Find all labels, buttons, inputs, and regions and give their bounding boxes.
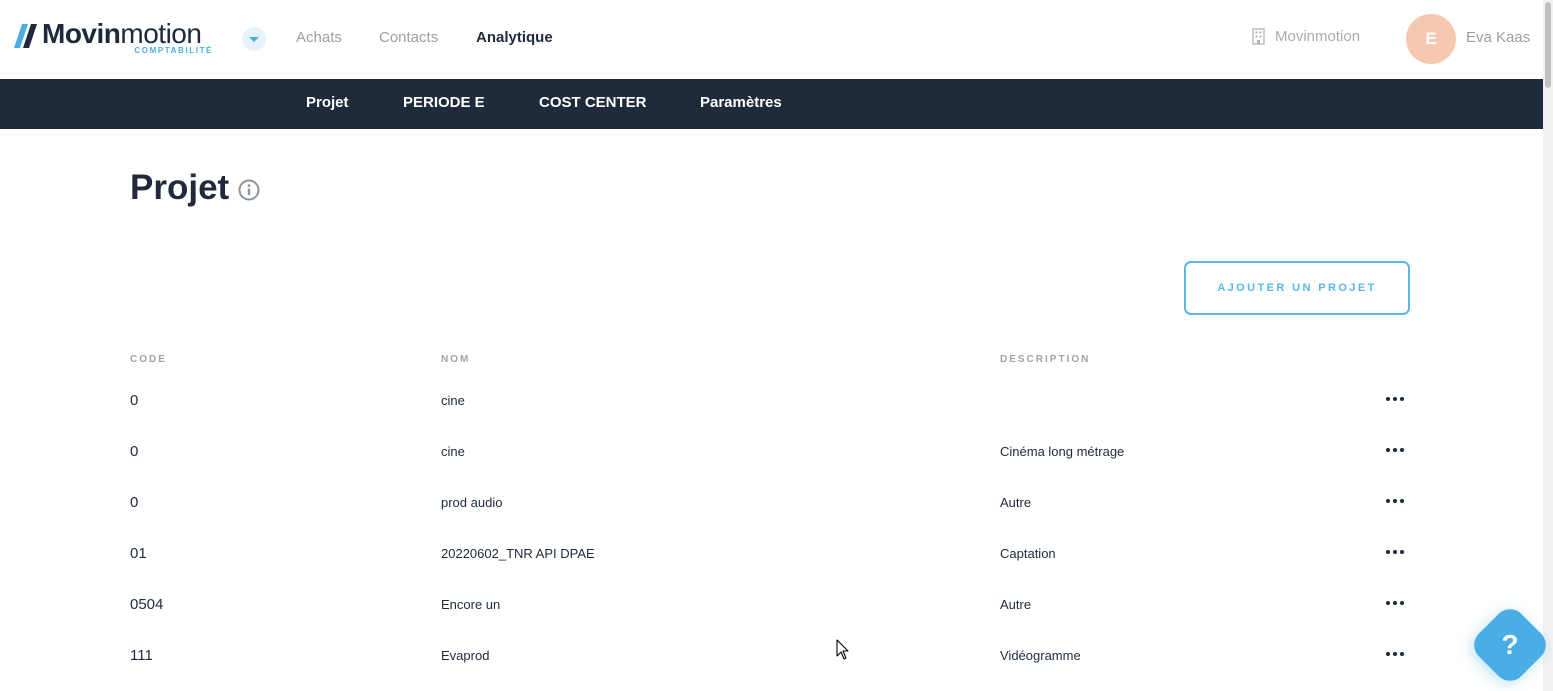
cell-nom: Evaprod: [441, 648, 490, 663]
cell-description: Captation: [1000, 546, 1056, 561]
cell-nom: Encore un: [441, 597, 501, 612]
sub-nav-cost-center[interactable]: COST CENTER: [539, 94, 647, 111]
info-icon[interactable]: [238, 179, 260, 201]
row-more-horizontal-icon[interactable]: [1384, 494, 1406, 508]
row-more-horizontal-icon[interactable]: [1384, 596, 1406, 610]
row-more-horizontal-icon[interactable]: [1384, 647, 1406, 661]
vertical-scrollbar[interactable]: [1543, 0, 1553, 691]
cell-nom: cine: [441, 393, 465, 408]
sub-nav-parametres[interactable]: Paramètres: [700, 94, 782, 111]
cell-description: Vidéogramme: [1000, 648, 1081, 663]
table-row[interactable]: 01 20220602_TNR API DPAE Captation: [0, 545, 1543, 596]
cell-code: 111: [130, 647, 153, 664]
cell-nom: cine: [441, 444, 465, 459]
table-row[interactable]: 0 cine: [0, 392, 1543, 443]
cell-code: 0: [130, 443, 139, 460]
company-name: Movinmotion: [1275, 28, 1361, 45]
cell-nom: 20220602_TNR API DPAE: [441, 546, 595, 561]
cell-code: 0504: [130, 596, 164, 613]
brand-logo[interactable]: Movinmotion COMPTABILITÉ: [12, 18, 217, 58]
sub-nav-periode-e[interactable]: PERIODE E: [403, 94, 485, 111]
table-row[interactable]: 0504 Encore un Autre: [0, 596, 1543, 647]
table-row[interactable]: 0 cine Cinéma long métrage: [0, 443, 1543, 494]
scrollbar-thumb[interactable]: [1545, 2, 1551, 88]
cell-description: Autre: [1000, 597, 1032, 612]
page-title: Projet: [130, 168, 230, 207]
user-name[interactable]: Eva Kaas: [1466, 29, 1530, 46]
brand-subtitle: COMPTABILITÉ: [134, 46, 213, 55]
sub-navigation: Projet PERIODE E COST CENTER Paramètres: [0, 79, 1543, 129]
cell-description: Cinéma long métrage: [1000, 444, 1125, 459]
mouse-cursor-icon: [836, 639, 849, 660]
add-project-button[interactable]: AJOUTER UN PROJET: [1184, 261, 1410, 315]
column-header-description[interactable]: DESCRIPTION: [1000, 354, 1090, 365]
column-header-nom[interactable]: NOM: [441, 354, 470, 365]
cell-code: 0: [130, 392, 139, 409]
cell-code: 0: [130, 494, 139, 511]
company-selector[interactable]: Movinmotion: [1251, 28, 1360, 45]
building-icon: [1252, 28, 1265, 45]
cell-description: Autre: [1000, 495, 1032, 510]
cell-code: 01: [130, 545, 147, 562]
help-question-icon[interactable]: ?: [1480, 615, 1540, 675]
top-nav-contacts[interactable]: Contacts: [379, 29, 438, 46]
user-avatar[interactable]: E: [1406, 14, 1456, 64]
logo-mark-icon: [14, 24, 37, 48]
top-nav-achats[interactable]: Achats: [296, 29, 342, 46]
cell-nom: prod audio: [441, 495, 503, 510]
top-nav-analytique[interactable]: Analytique: [476, 29, 553, 46]
app-switcher-chevron-down-icon[interactable]: [242, 27, 266, 51]
column-header-code[interactable]: CODE: [130, 354, 167, 365]
table-row[interactable]: 0 prod audio Autre: [0, 494, 1543, 545]
top-header: Movinmotion COMPTABILITÉ Achats Contacts…: [0, 0, 1543, 79]
row-more-horizontal-icon[interactable]: [1384, 392, 1406, 406]
sub-nav-projet[interactable]: Projet: [306, 94, 349, 111]
table-row[interactable]: 111 Evaprod Vidéogramme: [0, 647, 1543, 691]
row-more-horizontal-icon[interactable]: [1384, 545, 1406, 559]
row-more-horizontal-icon[interactable]: [1384, 443, 1406, 457]
